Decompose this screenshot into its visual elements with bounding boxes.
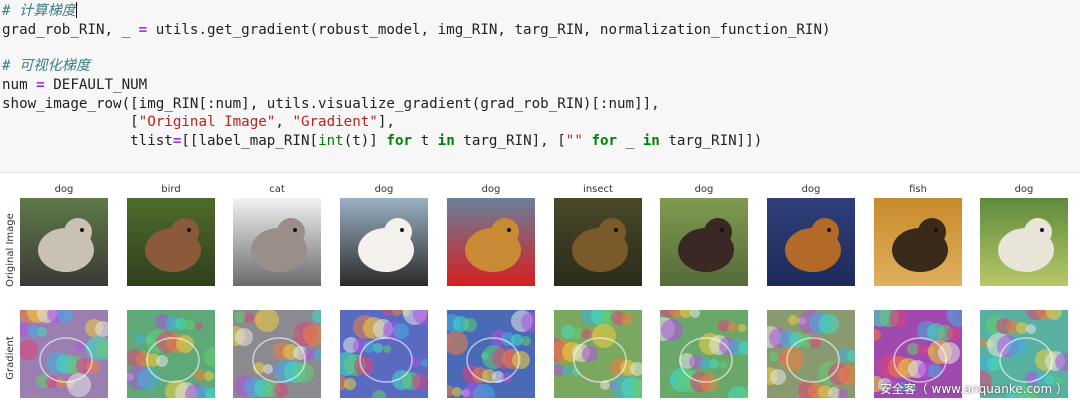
watermark: 安全客（ www.anquanke.com ） (879, 382, 1068, 396)
code-comment-visualize: # 可视化梯度 (2, 58, 91, 74)
original-image-9 (980, 198, 1068, 286)
gradient-image-0 (20, 310, 108, 398)
gradient-image-2 (233, 310, 321, 398)
original-image-6 (660, 198, 748, 286)
code-cell[interactable]: # 计算梯度 grad_rob_RIN, _ = utils.get_gradi… (0, 0, 1080, 173)
original-image-7 (767, 198, 855, 286)
gradient-image-3 (340, 310, 428, 398)
image-title-0: dog (54, 184, 74, 195)
image-title-4: dog (481, 184, 501, 195)
original-image-5 (554, 198, 642, 286)
original-image-8 (874, 198, 962, 286)
gradient-image-1 (127, 310, 215, 398)
image-title-9: dog (1014, 184, 1034, 195)
image-title-2: cat (269, 184, 285, 195)
gradient-image-5 (554, 310, 642, 398)
gradient-image-4 (447, 310, 535, 398)
row-label-original: Original Image (5, 213, 16, 287)
original-image-4 (447, 198, 535, 286)
image-title-6: dog (694, 184, 714, 195)
gradient-image-7 (767, 310, 855, 398)
code-line-show-image-row: show_image_row([img_RIN[:num], utils.vis… (2, 96, 660, 112)
row-label-gradient: Gradient (5, 336, 16, 380)
image-title-7: dog (801, 184, 821, 195)
image-title-3: dog (374, 184, 394, 195)
code-line-get-gradient: grad_rob_RIN, _ = utils.get_gradient(rob… (2, 22, 831, 38)
code-line-row-labels: ["Original Image", "Gradient"], (2, 114, 395, 130)
image-title-8: fish (909, 184, 927, 195)
original-image-1 (127, 198, 215, 286)
gradient-image-6 (660, 310, 748, 398)
original-image-2 (233, 198, 321, 286)
original-image-0 (20, 198, 108, 286)
code-line-num: num = DEFAULT_NUM (2, 77, 148, 93)
code-comment-gradient: # 计算梯度 (2, 2, 77, 19)
output-figure: Original Image Gradient dog bird cat dog dog… (0, 172, 1080, 403)
original-image-3 (340, 198, 428, 286)
code-line-tlist: tlist=[[label_map_RIN[int(t)] for t in t… (2, 133, 763, 149)
image-title-1: bird (161, 184, 181, 195)
text-cursor (75, 2, 77, 18)
image-title-5: insect (583, 184, 613, 195)
